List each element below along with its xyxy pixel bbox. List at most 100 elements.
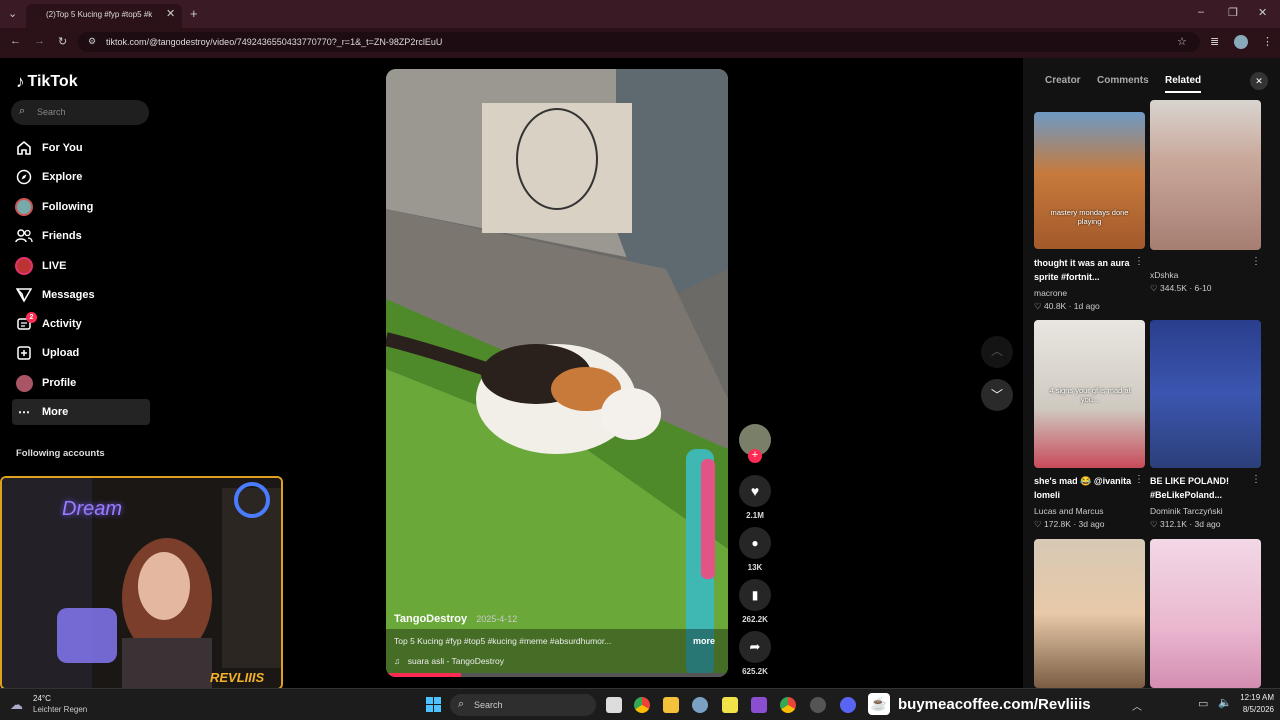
search-icon: ⌕: [458, 698, 465, 710]
tab-comments[interactable]: Comments: [1097, 75, 1149, 86]
sidebar-item-friends[interactable]: Friends: [12, 223, 150, 249]
sidebar-item-profile[interactable]: Profile: [12, 370, 150, 396]
neon-sign: Dream: [62, 498, 123, 520]
related-likes: 344.5K: [1160, 283, 1187, 293]
browser-tab[interactable]: (2)Top 5 Kucing #fyp #top5 #k: [26, 4, 182, 28]
windows-start-icon[interactable]: [426, 697, 441, 712]
restore-icon[interactable]: ❐: [1228, 6, 1238, 19]
related-author[interactable]: Lucas and Marcus: [1034, 506, 1103, 516]
extensions-icon[interactable]: ≣: [1210, 35, 1219, 48]
tiktok-logo[interactable]: ♪ TikTok: [16, 72, 78, 92]
heart-icon: ♥: [750, 483, 760, 499]
related-title[interactable]: thought it was an aura sprite #fortnit..…: [1034, 256, 1134, 284]
next-video-button[interactable]: ﹀: [981, 379, 1013, 411]
video-player[interactable]: TangoDestroy 2025-4-12 Top 5 Kucing #fyp…: [386, 69, 728, 677]
sticky-notes-icon[interactable]: [722, 697, 738, 713]
previous-video-button[interactable]: ︿: [981, 336, 1013, 368]
obs-icon[interactable]: [810, 697, 826, 713]
video-author[interactable]: TangoDestroy 2025-4-12: [394, 613, 517, 625]
chrome-active-icon[interactable]: [780, 697, 796, 713]
related-author[interactable]: macrone: [1034, 288, 1067, 298]
related-author[interactable]: xDshka: [1150, 270, 1178, 280]
clock-time: 12:19 AM: [1240, 693, 1274, 702]
new-tab-icon[interactable]: +: [190, 6, 198, 21]
tab-close-icon[interactable]: ✕: [166, 7, 175, 20]
share-button[interactable]: ➦: [739, 631, 771, 663]
related-author[interactable]: Dominik Tarczyński: [1150, 506, 1223, 516]
profile-avatar-icon[interactable]: [1234, 35, 1248, 49]
related-options-icon[interactable]: ⋮: [1251, 256, 1261, 267]
sidebar-item-upload[interactable]: Upload: [12, 340, 150, 366]
file-explorer-icon[interactable]: [663, 697, 679, 713]
network-icon[interactable]: ▭: [1198, 697, 1208, 710]
related-thumbnail[interactable]: [1150, 320, 1261, 468]
right-panel: Creator Comments Related ✕ mastery monda…: [1023, 58, 1280, 688]
save-button[interactable]: ▮: [739, 579, 771, 611]
related-thumbnail[interactable]: [1034, 539, 1145, 688]
discord-icon[interactable]: [840, 697, 856, 713]
sidebar-item-messages[interactable]: Messages: [12, 282, 150, 308]
save-count: 262.2K: [742, 615, 768, 624]
like-button[interactable]: ♥: [739, 475, 771, 507]
activity-icon: 2: [12, 312, 37, 333]
clock-date: 8/5/2026: [1242, 705, 1274, 714]
tab-list-icon[interactable]: ⌄: [8, 7, 17, 20]
comment-count: 13K: [747, 563, 763, 572]
site-info-icon[interactable]: ⚙: [88, 36, 96, 47]
heart-outline-icon: ♡: [1150, 283, 1158, 293]
share-count: 625.2K: [742, 667, 768, 676]
bookmark-star-icon[interactable]: ☆: [1177, 35, 1187, 48]
comment-button[interactable]: ●: [739, 527, 771, 559]
reload-icon[interactable]: ↻: [58, 35, 67, 48]
banner-text: buymeacoffee.com/Revliiis: [898, 695, 1091, 713]
search-input[interactable]: ⌕ Search: [11, 100, 149, 125]
sidebar-item-more[interactable]: ⋯ More: [12, 399, 150, 425]
url-text: tiktok.com/@tangodestroy/video/749243655…: [106, 37, 443, 47]
sidebar-item-for-you[interactable]: For You: [12, 135, 150, 161]
related-thumbnail[interactable]: [1150, 100, 1261, 250]
related-options-icon[interactable]: ⋮: [1134, 474, 1144, 485]
video-sound[interactable]: ♫ suara asli - TangoDestroy: [394, 656, 504, 666]
taskbar-search[interactable]: ⌕ Search: [450, 694, 596, 716]
sidebar-item-following[interactable]: Following: [12, 194, 150, 220]
video-progress-bar[interactable]: [386, 673, 728, 677]
sidebar-item-activity[interactable]: 2 Activity: [12, 311, 150, 337]
close-window-icon[interactable]: ✕: [1258, 6, 1267, 19]
sidebar-item-label: Upload: [42, 347, 80, 359]
chrome-icon[interactable]: [634, 697, 650, 713]
app-icon[interactable]: [751, 697, 767, 713]
related-options-icon[interactable]: ⋮: [1134, 256, 1144, 267]
tab-title: (2)Top 5 Kucing #fyp #top5 #k: [46, 10, 153, 19]
close-panel-button[interactable]: ✕: [1250, 72, 1268, 90]
minimize-icon[interactable]: –: [1198, 6, 1204, 18]
related-title[interactable]: she's mad 😂 @ivanita lomeli: [1034, 474, 1134, 502]
related-thumbnail[interactable]: 4 signs your gf is mad at you...: [1034, 320, 1145, 468]
related-thumbnail[interactable]: mastery mondays done playing: [1034, 112, 1145, 249]
back-icon[interactable]: ←: [10, 35, 21, 47]
sidebar-item-label: For You: [42, 142, 83, 154]
forward-icon[interactable]: →: [34, 35, 45, 47]
follow-plus-icon[interactable]: +: [748, 449, 762, 463]
browser-menu-icon[interactable]: ⋮: [1262, 35, 1273, 48]
caption-more-button[interactable]: more: [693, 636, 715, 646]
sidebar-item-label: LIVE: [42, 260, 67, 272]
sidebar-item-label: Explore: [42, 171, 83, 183]
sidebar-item-live[interactable]: LIVE: [12, 253, 150, 279]
heart-outline-icon: ♡: [1034, 301, 1042, 311]
task-view-icon[interactable]: [606, 697, 622, 713]
related-options-icon[interactable]: ⋮: [1251, 474, 1261, 485]
video-progress-fill: [386, 673, 462, 677]
video-frame: [386, 69, 728, 677]
tab-related[interactable]: Related: [1165, 75, 1202, 93]
sidebar-item-explore[interactable]: Explore: [12, 164, 150, 190]
heart-outline-icon: ♡: [1034, 519, 1042, 529]
volume-icon[interactable]: 🔈: [1218, 696, 1232, 709]
settings-icon[interactable]: [692, 697, 708, 713]
clock[interactable]: 12:19 AM 8/5/2026: [1234, 693, 1274, 714]
tray-chevron-icon[interactable]: ︿: [1132, 698, 1142, 713]
tab-creator[interactable]: Creator: [1045, 75, 1081, 86]
logo-text: TikTok: [27, 73, 78, 90]
url-field[interactable]: tiktok.com/@tangodestroy/video/749243655…: [78, 32, 1200, 52]
related-thumbnail[interactable]: [1150, 539, 1261, 688]
related-title[interactable]: BE LIKE POLAND! #BeLikePoland...: [1150, 474, 1250, 502]
